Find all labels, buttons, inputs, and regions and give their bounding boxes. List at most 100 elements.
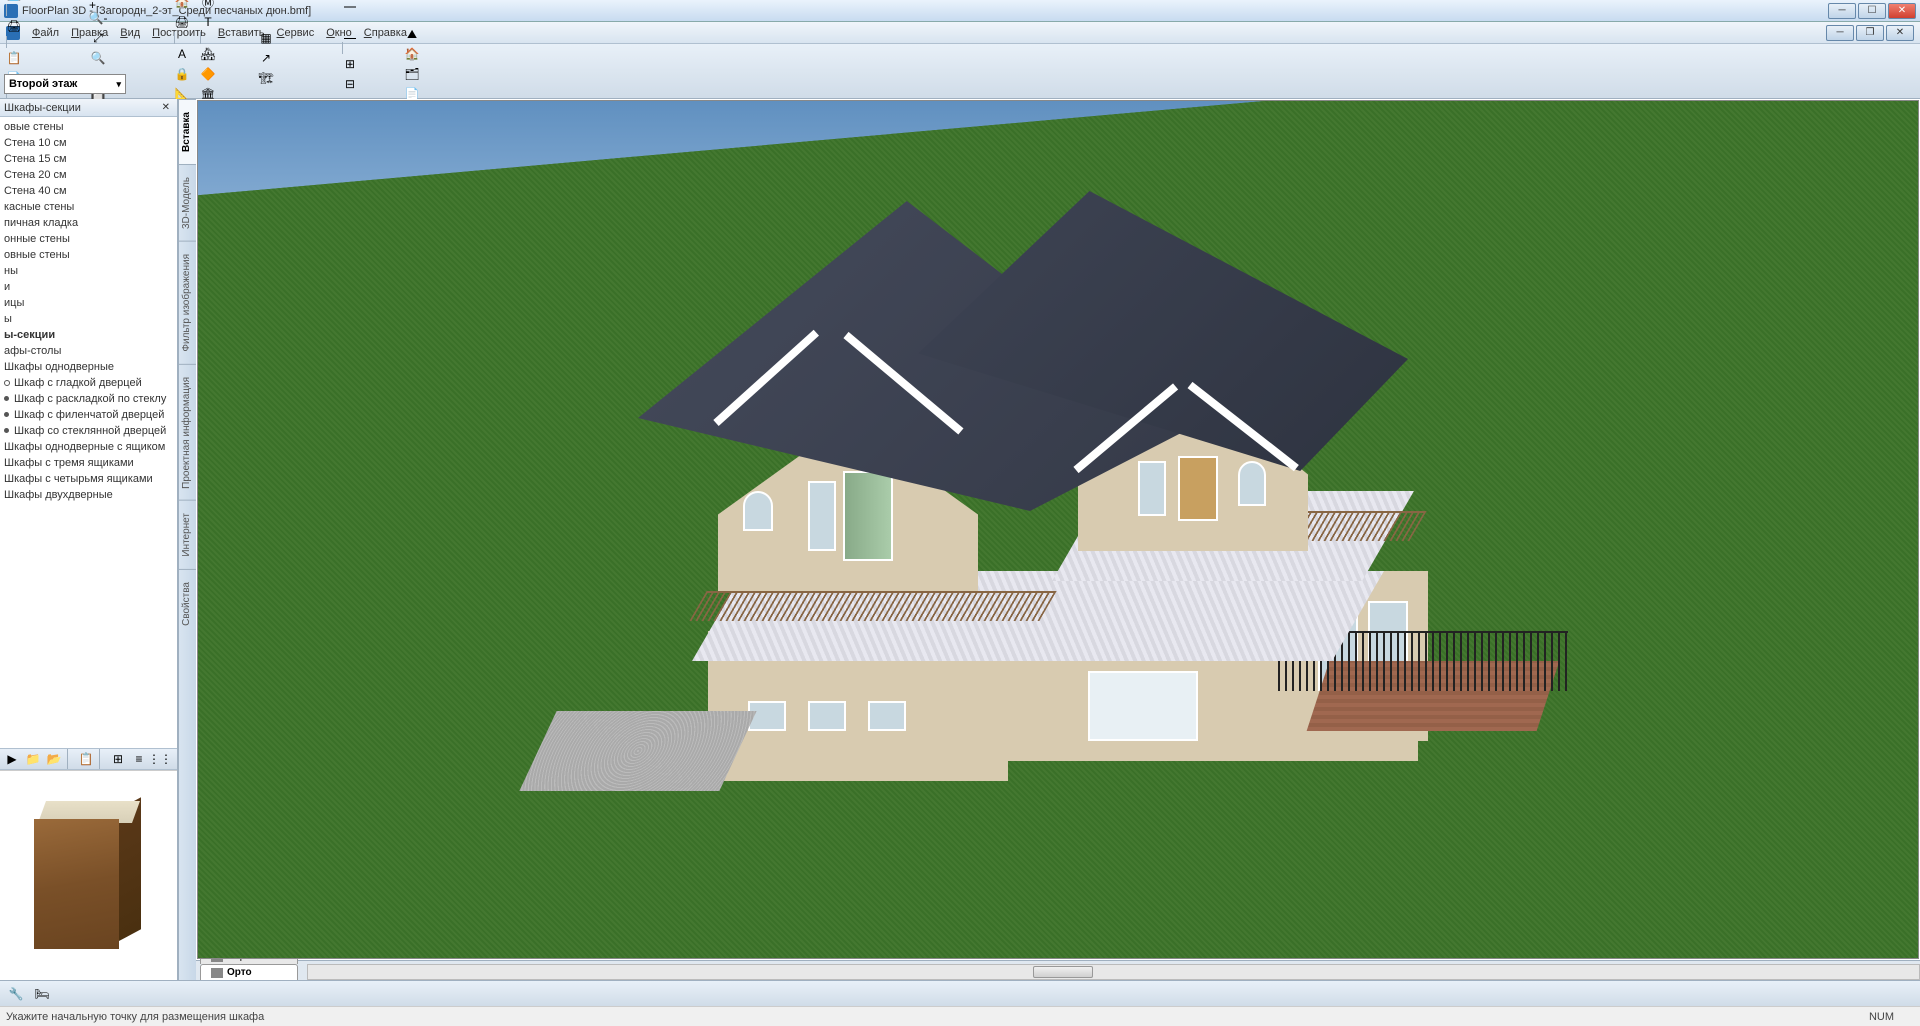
catalog-item[interactable]: ицы bbox=[0, 295, 177, 311]
3d-viewport[interactable] bbox=[197, 100, 1919, 959]
main-area: Шкафы-секции ✕ овые стеныСтена 10 смСтен… bbox=[0, 99, 1920, 980]
vtab-5[interactable]: Свойства bbox=[179, 569, 196, 638]
side-tool-2[interactable]: 📁 bbox=[23, 749, 43, 769]
house-model bbox=[438, 171, 1458, 791]
window-controls: ─ ☐ ✕ bbox=[1828, 3, 1916, 19]
viewtab-Орто[interactable]: Орто bbox=[200, 964, 298, 980]
toolbar-button[interactable]: ⎺ bbox=[340, 2, 360, 22]
vertical-tabs: Вставка3D-МодельФильтр изображенияПроект… bbox=[178, 99, 196, 980]
vtab-2[interactable]: Фильтр изображения bbox=[179, 241, 196, 364]
mdi-controls: ─ ❐ ✕ bbox=[1826, 25, 1914, 41]
sidebar-title: Шкафы-секции bbox=[4, 102, 81, 114]
side-tool-5[interactable]: ⊞ bbox=[108, 749, 128, 769]
side-tool-7[interactable]: ⋮⋮ bbox=[150, 749, 170, 769]
side-tool-1[interactable]: ▶ bbox=[2, 749, 22, 769]
catalog-item[interactable]: ы bbox=[0, 311, 177, 327]
bottom-toolbar: 🔧 🛏 bbox=[0, 980, 1920, 1006]
catalog-item[interactable]: касные стены bbox=[0, 199, 177, 215]
toolbar-button[interactable]: ↗ bbox=[256, 48, 276, 68]
menu-bar: ФайлПравкаВидПостроитьВставитьСервисОкно… bbox=[0, 22, 1920, 44]
vtab-0[interactable]: Вставка bbox=[179, 99, 196, 164]
catalog-item[interactable]: Шкафы с тремя ящиками bbox=[0, 455, 177, 471]
catalog-item[interactable]: Шкаф с гладкой дверцей bbox=[0, 375, 177, 391]
floor-selector[interactable]: Второй этаж bbox=[4, 74, 126, 94]
side-tool-4[interactable]: 📋 bbox=[76, 749, 96, 769]
toolbar-row-1: 📄📂💾🖨📋📄↶↷❓ 🔍+🔍-⤢🔍⬚🔲⟳ 🏠🖨A🔒📐⬚ ▦↗🏗 ⎸⎹⎺⎽⊞⊟⊡⊠⊕ bbox=[4, 46, 1916, 70]
toolbar-button[interactable]: 🔍- bbox=[88, 8, 108, 28]
catalog-item[interactable]: Шкафы однодверные с ящиком bbox=[0, 439, 177, 455]
horizontal-scrollbar[interactable] bbox=[307, 964, 1920, 980]
mdi-minimize[interactable]: ─ bbox=[1826, 25, 1854, 41]
toolbar-button[interactable]: 🏠 bbox=[172, 0, 192, 12]
catalog-item[interactable]: афы-столы bbox=[0, 343, 177, 359]
status-num: NUM bbox=[1849, 1011, 1914, 1023]
catalog-item[interactable]: овые стены bbox=[0, 119, 177, 135]
catalog-item[interactable]: пичная кладка bbox=[0, 215, 177, 231]
catalog-item[interactable]: овные стены bbox=[0, 247, 177, 263]
toolbar-button[interactable]: ▦ bbox=[256, 28, 276, 48]
maximize-button[interactable]: ☐ bbox=[1858, 3, 1886, 19]
toolbar-button[interactable]: 🔶 bbox=[198, 64, 218, 84]
bottom-tool-2[interactable]: 🛏 bbox=[32, 984, 52, 1004]
catalog-item[interactable]: ны bbox=[0, 263, 177, 279]
catalog-item[interactable]: онные стены bbox=[0, 231, 177, 247]
status-bar: Укажите начальную точку для размещения ш… bbox=[0, 1006, 1920, 1026]
toolbar-button[interactable]: 🔍+ bbox=[88, 0, 108, 8]
side-tool-6[interactable]: ≡ bbox=[129, 749, 149, 769]
catalog-item[interactable]: Шкафы однодверные bbox=[0, 359, 177, 375]
toolbar-button[interactable]: A bbox=[172, 44, 192, 64]
catalog-list[interactable]: овые стеныСтена 10 смСтена 15 смСтена 20… bbox=[0, 117, 177, 748]
toolbar-button[interactable]: ⛰ bbox=[402, 24, 422, 44]
preview-cabinet bbox=[34, 801, 144, 951]
mdi-restore[interactable]: ❐ bbox=[1856, 25, 1884, 41]
catalog-item[interactable]: Шкафы двухдверные bbox=[0, 487, 177, 503]
preview-pane bbox=[0, 770, 177, 980]
minimize-button[interactable]: ─ bbox=[1828, 3, 1856, 19]
catalog-item[interactable]: Стена 20 см bbox=[0, 167, 177, 183]
status-hint: Укажите начальную точку для размещения ш… bbox=[6, 1011, 264, 1023]
menu-Вид[interactable]: Вид bbox=[114, 25, 146, 41]
toolbar-button[interactable]: Ⓜ bbox=[198, 0, 218, 12]
vtab-3[interactable]: Проектная информация bbox=[179, 364, 196, 501]
toolbar-button[interactable]: 💾 bbox=[4, 0, 24, 4]
title-bar: FloorPlan 3D - [Загородн_2-эт_Среди песч… bbox=[0, 0, 1920, 22]
vtab-4[interactable]: Интернет bbox=[179, 500, 196, 569]
catalog-item[interactable]: Шкаф со стеклянной дверцей bbox=[0, 423, 177, 439]
catalog-item[interactable]: Стена 40 см bbox=[0, 183, 177, 199]
sidebar-close-icon[interactable]: ✕ bbox=[159, 102, 173, 113]
toolbars: 📄📂💾🖨📋📄↶↷❓ 🔍+🔍-⤢🔍⬚🔲⟳ 🏠🖨A🔒📐⬚ ▦↗🏗 ⎸⎹⎺⎽⊞⊟⊡⊠⊕… bbox=[0, 44, 1920, 99]
menu-Файл[interactable]: Файл bbox=[26, 25, 65, 41]
sidebar-toolbar: ▶ 📁 📂 📋 ⊞ ≡ ⋮⋮ bbox=[0, 748, 177, 770]
catalog-item[interactable]: Стена 15 см bbox=[0, 151, 177, 167]
toolbar-button[interactable]: T bbox=[198, 12, 218, 32]
catalog-item[interactable]: и bbox=[0, 279, 177, 295]
toolbar-button[interactable]: 🏘 bbox=[198, 44, 218, 64]
mdi-close[interactable]: ✕ bbox=[1886, 25, 1914, 41]
toolbar-button[interactable]: 🏠 bbox=[402, 44, 422, 64]
catalog-item[interactable]: Шкаф с раскладкой по стеклу bbox=[0, 391, 177, 407]
bottom-tool-1[interactable]: 🔧 bbox=[6, 984, 26, 1004]
toolbar-button[interactable]: 🖨 bbox=[172, 12, 192, 32]
toolbar-button[interactable]: 🖨 bbox=[4, 16, 24, 36]
catalog-item[interactable]: Шкафы с четырьмя ящиками bbox=[0, 471, 177, 487]
toolbar-row-2: Второй этаж ↖📙🔑🟫🏠✦〰ⓂT🏘🔶🏛📦🌿◢🟩🟫⬛🟢🟨▮🌳 ⛰🏠🗂📄📁… bbox=[4, 72, 1916, 96]
sidebar-header: Шкафы-секции ✕ bbox=[0, 99, 177, 117]
toolbar-button[interactable]: ⎽ bbox=[340, 22, 360, 42]
menu-Сервис[interactable]: Сервис bbox=[271, 25, 321, 41]
toolbar-button[interactable]: ⤢ bbox=[88, 28, 108, 48]
vtab-1[interactable]: 3D-Модель bbox=[179, 164, 196, 241]
toolbar-button[interactable]: 🔍 bbox=[88, 48, 108, 68]
view-area: ПланПерспективаОрто bbox=[196, 99, 1920, 980]
toolbar-button[interactable]: 🗂 bbox=[402, 64, 422, 84]
catalog-item[interactable]: Шкаф с филенчатой дверцей bbox=[0, 407, 177, 423]
window-title: FloorPlan 3D - [Загородн_2-эт_Среди песч… bbox=[22, 5, 1828, 17]
toolbar-button[interactable]: 📋 bbox=[4, 48, 24, 68]
view-tabs: ПланПерспективаОрто bbox=[196, 960, 1920, 980]
viewtab-icon bbox=[211, 968, 223, 978]
close-button[interactable]: ✕ bbox=[1888, 3, 1916, 19]
catalog-item[interactable]: ы-секции bbox=[0, 327, 177, 343]
sidebar: Шкафы-секции ✕ овые стеныСтена 10 смСтен… bbox=[0, 99, 178, 980]
side-tool-3[interactable]: 📂 bbox=[44, 749, 64, 769]
toolbar-button[interactable]: ⊞ bbox=[340, 54, 360, 74]
catalog-item[interactable]: Стена 10 см bbox=[0, 135, 177, 151]
